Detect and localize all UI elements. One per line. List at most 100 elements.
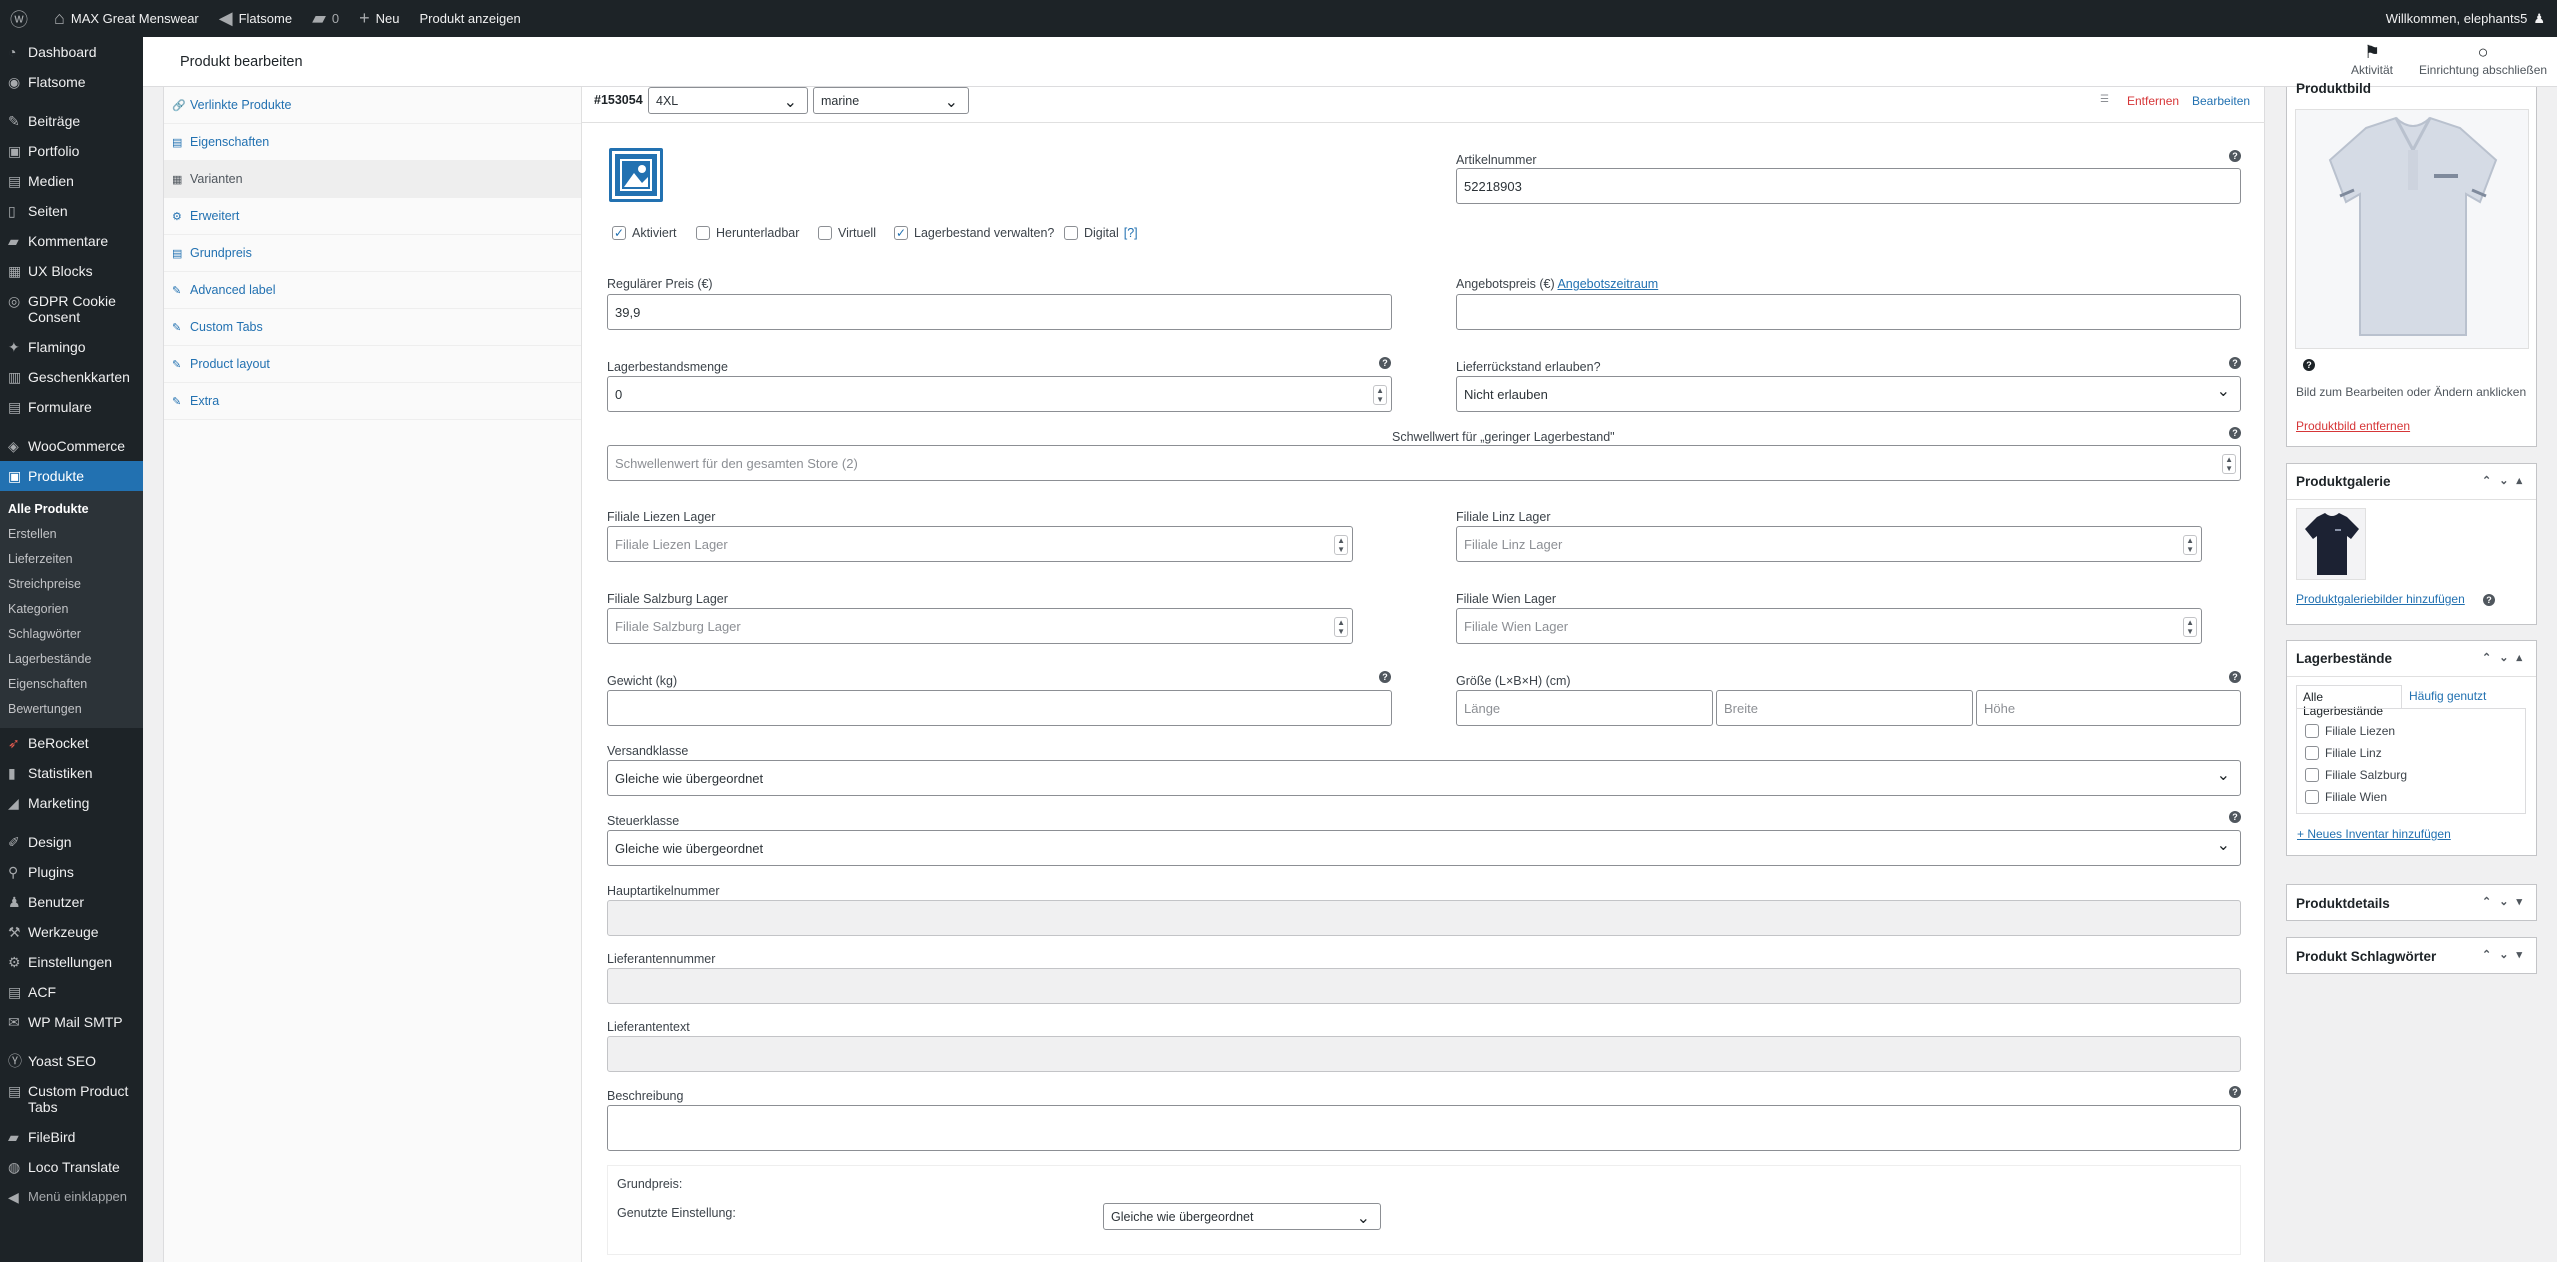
- finish-setup-button[interactable]: ○ Einrichtung abschließen: [2419, 41, 2547, 77]
- product-details-header[interactable]: Produktdetails ⌃⌄▾: [2287, 885, 2536, 921]
- box-controls-icon[interactable]: ⌃⌄▴: [2482, 474, 2530, 487]
- wien-stock-input[interactable]: Filiale Wien Lager ▲ ▼: [1456, 608, 2202, 644]
- spinner-icon[interactable]: ▲ ▼: [2183, 617, 2197, 637]
- gallery-help-icon[interactable]: ?: [2483, 594, 2495, 606]
- submenu-stocks[interactable]: Lagerbestände: [0, 647, 143, 672]
- store-wien-checkbox[interactable]: Filiale Wien: [2305, 790, 2387, 804]
- menu-yoast[interactable]: Ⓨ Yoast SEO: [0, 1046, 143, 1076]
- submenu-all-products[interactable]: Alle Produkte: [0, 497, 143, 522]
- menu-pages[interactable]: ▯ Seiten: [0, 196, 143, 226]
- tab-advanced[interactable]: ⚙ Erweitert: [164, 198, 581, 235]
- manage-stock-checkbox[interactable]: ✓ Lagerbestand verwalten?: [894, 226, 1054, 240]
- supplier-number-input[interactable]: [607, 968, 2241, 1004]
- variation-color-select[interactable]: marine: [813, 87, 969, 114]
- spinner-icon[interactable]: ▲ ▼: [2222, 454, 2236, 474]
- variation-image-button[interactable]: [609, 148, 663, 202]
- linz-stock-input[interactable]: Filiale Linz Lager ▲ ▼: [1456, 526, 2202, 562]
- menu-statistics[interactable]: ▮ Statistiken: [0, 758, 143, 788]
- height-input[interactable]: Höhe: [1976, 690, 2241, 726]
- stock-tab-most-used[interactable]: Häufig genutzt: [2409, 689, 2486, 703]
- salzburg-stock-input[interactable]: Filiale Salzburg Lager ▲ ▼: [607, 608, 1353, 644]
- store-linz-checkbox[interactable]: Filiale Linz: [2305, 746, 2382, 760]
- store-salzburg-checkbox[interactable]: Filiale Salzburg: [2305, 768, 2407, 782]
- box-controls-icon[interactable]: ⌃⌄▴: [2482, 651, 2530, 664]
- description-textarea[interactable]: [607, 1105, 2241, 1151]
- tab-advanced-label[interactable]: ✎ Advanced label: [164, 272, 581, 309]
- product-image-thumbnail[interactable]: [2295, 109, 2529, 349]
- spinner-icon[interactable]: ▲ ▼: [1334, 617, 1348, 637]
- menu-tools[interactable]: ⚒ Werkzeuge: [0, 917, 143, 947]
- menu-plugins[interactable]: ⚲ Plugins: [0, 857, 143, 887]
- menu-acf[interactable]: ▤ ACF: [0, 977, 143, 1007]
- regular-price-input[interactable]: 39,9: [607, 294, 1392, 330]
- menu-woocommerce[interactable]: ◈ WooCommerce: [0, 431, 143, 461]
- main-sku-input[interactable]: [607, 900, 2241, 936]
- liezen-stock-input[interactable]: Filiale Liezen Lager ▲ ▼: [607, 526, 1353, 562]
- site-name-link[interactable]: ⌂ MAX Great Menswear: [44, 0, 209, 37]
- add-new-inventory-link[interactable]: + Neues Inventar hinzufügen: [2297, 827, 2451, 841]
- menu-posts[interactable]: ✎ Beiträge: [0, 106, 143, 136]
- tax-class-select[interactable]: Gleiche wie übergeordnet: [607, 830, 2241, 866]
- sku-input[interactable]: 52218903: [1456, 168, 2241, 204]
- menu-flatsome[interactable]: ◉ Flatsome: [0, 67, 143, 97]
- weight-input[interactable]: [607, 690, 1392, 726]
- submenu-attributes[interactable]: Eigenschaften: [0, 672, 143, 697]
- box-controls-icon[interactable]: ⌃⌄▾: [2482, 948, 2530, 961]
- image-help-icon[interactable]: ?: [2303, 359, 2315, 371]
- flatsome-link[interactable]: ◀ Flatsome: [209, 0, 302, 37]
- stock-box-header[interactable]: Lagerbestände ⌃⌄▴: [2287, 641, 2536, 677]
- menu-design[interactable]: ✐ Design: [0, 827, 143, 857]
- dimensions-help-icon[interactable]: ?: [2229, 671, 2241, 683]
- menu-flamingo[interactable]: ✦ Flamingo: [0, 332, 143, 362]
- tab-variations[interactable]: ▦ Varianten: [164, 161, 581, 198]
- menu-berocket[interactable]: ➶ BeRocket: [0, 728, 143, 758]
- low-stock-help-icon[interactable]: ?: [2229, 427, 2241, 439]
- menu-forms[interactable]: ▤ Formulare: [0, 392, 143, 422]
- tab-attributes[interactable]: ▤ Eigenschaften: [164, 124, 581, 161]
- stock-qty-input[interactable]: 0 ▲ ▼: [607, 376, 1392, 412]
- menu-wp-mail-smtp[interactable]: ✉ WP Mail SMTP: [0, 1007, 143, 1037]
- backorders-select[interactable]: Nicht erlauben: [1456, 376, 2241, 412]
- menu-filebird[interactable]: ▰ FileBird: [0, 1122, 143, 1152]
- menu-collapse[interactable]: ◀ Menü einklappen: [0, 1182, 143, 1212]
- supplier-text-input[interactable]: [607, 1036, 2241, 1072]
- menu-comments[interactable]: ▰ Kommentare: [0, 226, 143, 256]
- submenu-categories[interactable]: Kategorien: [0, 597, 143, 622]
- menu-loco-translate[interactable]: ◍ Loco Translate: [0, 1152, 143, 1182]
- product-gallery-header[interactable]: Produktgalerie ⌃⌄▴: [2287, 464, 2536, 500]
- spinner-icon[interactable]: ▲ ▼: [1334, 535, 1348, 555]
- tab-unit-price[interactable]: ▤ Grundpreis: [164, 235, 581, 272]
- tab-linked-products[interactable]: 🔗 Verlinkte Produkte: [164, 87, 581, 124]
- menu-giftcards[interactable]: ▥ Geschenkkarten: [0, 362, 143, 392]
- product-tags-header[interactable]: Produkt Schlagwörter ⌃⌄▾: [2287, 938, 2536, 974]
- unit-setting-select[interactable]: Gleiche wie übergeordnet: [1103, 1203, 1381, 1230]
- view-product-link[interactable]: Produkt anzeigen: [410, 0, 531, 37]
- store-liezen-checkbox[interactable]: Filiale Liezen: [2305, 724, 2395, 738]
- tab-product-layout[interactable]: ✎ Product layout: [164, 346, 581, 383]
- add-gallery-images-link[interactable]: Produktgaleriebilder hinzufügen: [2296, 592, 2465, 606]
- sale-price-input[interactable]: [1456, 294, 2241, 330]
- stock-tab-all[interactable]: Alle Lagerbestände: [2296, 685, 2402, 718]
- comments-link[interactable]: ▰ 0: [302, 0, 349, 37]
- virtual-checkbox[interactable]: Virtuell: [818, 226, 876, 240]
- gallery-image-thumbnail[interactable]: [2296, 508, 2366, 580]
- menu-ux-blocks[interactable]: ▦ UX Blocks: [0, 256, 143, 286]
- remove-variation-link[interactable]: Entfernen: [2127, 94, 2179, 108]
- tax-class-help-icon[interactable]: ?: [2229, 811, 2241, 823]
- downloadable-checkbox[interactable]: Herunterladbar: [696, 226, 799, 240]
- menu-marketing[interactable]: ◢ Marketing: [0, 788, 143, 818]
- submenu-create[interactable]: Erstellen: [0, 522, 143, 547]
- enabled-checkbox[interactable]: ✓ Aktiviert: [612, 226, 676, 240]
- new-content-link[interactable]: + Neu: [349, 0, 409, 37]
- menu-settings[interactable]: ⚙ Einstellungen: [0, 947, 143, 977]
- spinner-icon[interactable]: ▲ ▼: [1373, 385, 1387, 405]
- submenu-strike-prices[interactable]: Streichpreise: [0, 572, 143, 597]
- wordpress-logo[interactable]: ⓦ: [0, 0, 44, 37]
- menu-products[interactable]: ▣ Produkte: [0, 461, 143, 491]
- digital-checkbox[interactable]: Digital [?]: [1064, 226, 1138, 240]
- menu-custom-product-tabs[interactable]: ▤ Custom Product Tabs: [0, 1076, 143, 1122]
- low-stock-input[interactable]: Schwellenwert für den gesamten Store (2)…: [607, 445, 2241, 481]
- drag-handle-icon[interactable]: ☰: [2100, 94, 2109, 105]
- my-account-link[interactable]: Willkommen, elephants5 ♟: [2376, 0, 2557, 37]
- length-input[interactable]: Länge: [1456, 690, 1713, 726]
